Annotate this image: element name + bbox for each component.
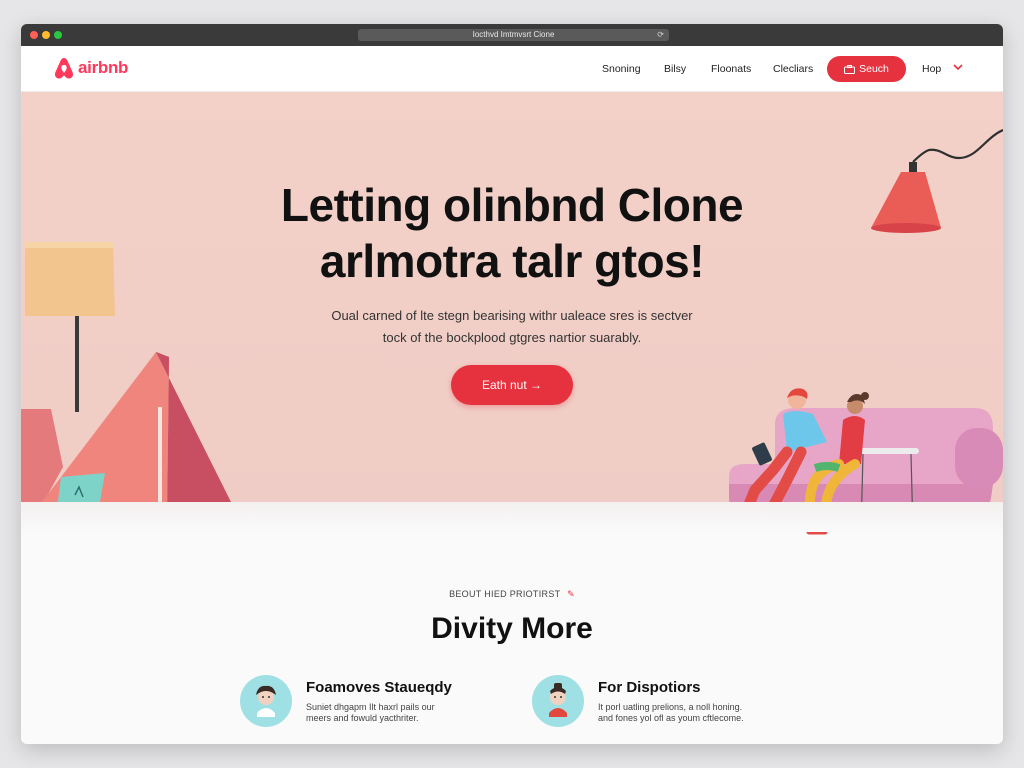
address-text: Iocthvd Imtmvsrt Cione: [472, 30, 555, 39]
feature-1-desc-line-1: Suniet dhgapm Ilt haxrl pails our: [306, 702, 435, 712]
reload-icon[interactable]: ⟳: [657, 29, 664, 41]
feature-2-icon: [532, 675, 584, 727]
search-button-label: Seuch: [859, 63, 889, 75]
section-eyebrow: BEOUT HIED PRIOTIRST ✎: [21, 589, 1003, 600]
floor-gradient: [21, 502, 1003, 532]
hero-subtitle-line-2: tock of the bockplood gtgres nartior sua…: [382, 330, 642, 345]
suitcase-icon: [844, 64, 856, 74]
hero-title-line-1: Letting olinbnd Clone: [280, 179, 744, 231]
nav-link-3[interactable]: Floonats: [711, 63, 751, 75]
hero-title-line-2: arlmotra talr gtos!: [319, 235, 705, 287]
browser-window: Iocthvd Imtmvsrt Cione ⟳ airbnb Snoning …: [21, 24, 1003, 744]
site-navbar: airbnb Snoning Bilsy Floonats Clecliars …: [21, 46, 1003, 92]
hero-subtitle-line-1: Oual carned of lte stegn bearising withr…: [331, 308, 693, 323]
nav-link-2[interactable]: Bilsy: [664, 63, 686, 75]
nav-help-link[interactable]: Hop: [922, 63, 941, 75]
nav-link-1[interactable]: Snoning: [602, 63, 641, 75]
hero-cta-button[interactable]: Eath nut →: [451, 365, 573, 405]
chevron-down-icon[interactable]: [953, 62, 963, 74]
feature-1-icon: [240, 675, 292, 727]
section-eyebrow-text: BEOUT HIED PRIOTIRST: [449, 589, 561, 599]
browser-titlebar: Iocthvd Imtmvsrt Cione ⟳: [21, 24, 1003, 46]
airbnb-logo-icon: [54, 58, 74, 79]
person-avatar-icon: [256, 685, 276, 717]
feature-1-title: Foamoves Staueqdy: [306, 679, 452, 696]
minimize-window-icon[interactable]: [42, 31, 50, 39]
brand-logo[interactable]: airbnb: [53, 56, 128, 80]
pencil-icon: ✎: [567, 589, 575, 599]
feature-1-desc-line-2: meers and fowuld yacthriter.: [306, 713, 419, 723]
pendant-lamp-illustration: [871, 128, 1003, 233]
hero-section: Letting olinbnd Clone arlmotra talr gtos…: [21, 92, 1003, 535]
address-bar[interactable]: Iocthvd Imtmvsrt Cione ⟳: [358, 29, 669, 41]
search-button[interactable]: Seuch: [827, 56, 906, 82]
person-avatar-icon: [549, 683, 567, 717]
section-title: Divity More: [431, 612, 593, 645]
feature-2-title: For Dispotiors: [598, 679, 701, 696]
feature-2-desc-line-1: It porl uatling prelions, a noll honing.: [598, 702, 743, 712]
nav-link-4[interactable]: Clecliars: [773, 63, 813, 75]
feature-2-desc-line-2: and fones yol ofl as youm cftlecome.: [598, 713, 744, 723]
brand-name: airbnb: [78, 58, 129, 77]
maximize-window-icon[interactable]: [54, 31, 62, 39]
close-window-icon[interactable]: [30, 31, 38, 39]
